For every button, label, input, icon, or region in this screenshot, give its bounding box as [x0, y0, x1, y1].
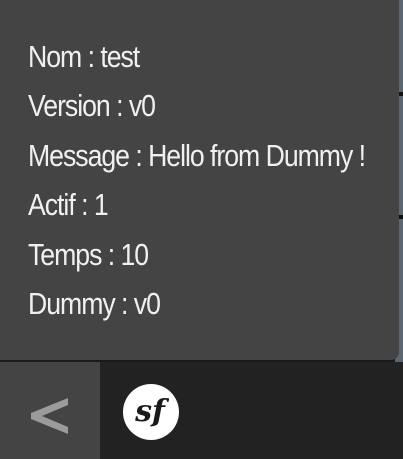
- toolbar-info-panel: Nom : test Version : v0 Message : Hello …: [0, 0, 399, 360]
- info-row-message: Message : Hello from Dummy !: [28, 137, 366, 173]
- info-row-version: Version : v0: [28, 88, 156, 124]
- debug-toolbar: sf: [0, 362, 403, 459]
- toolbar-toggle-button[interactable]: [0, 362, 100, 459]
- svg-text:sf: sf: [134, 394, 170, 429]
- chevron-left-icon: [31, 398, 68, 434]
- symfony-logo-icon[interactable]: sf: [123, 384, 179, 440]
- info-row-dummy: Dummy : v0: [28, 286, 161, 322]
- info-row-actif: Actif : 1: [28, 187, 109, 223]
- info-row-nom: Nom : test: [28, 39, 140, 74]
- info-row-temps: Temps : 10: [28, 236, 149, 272]
